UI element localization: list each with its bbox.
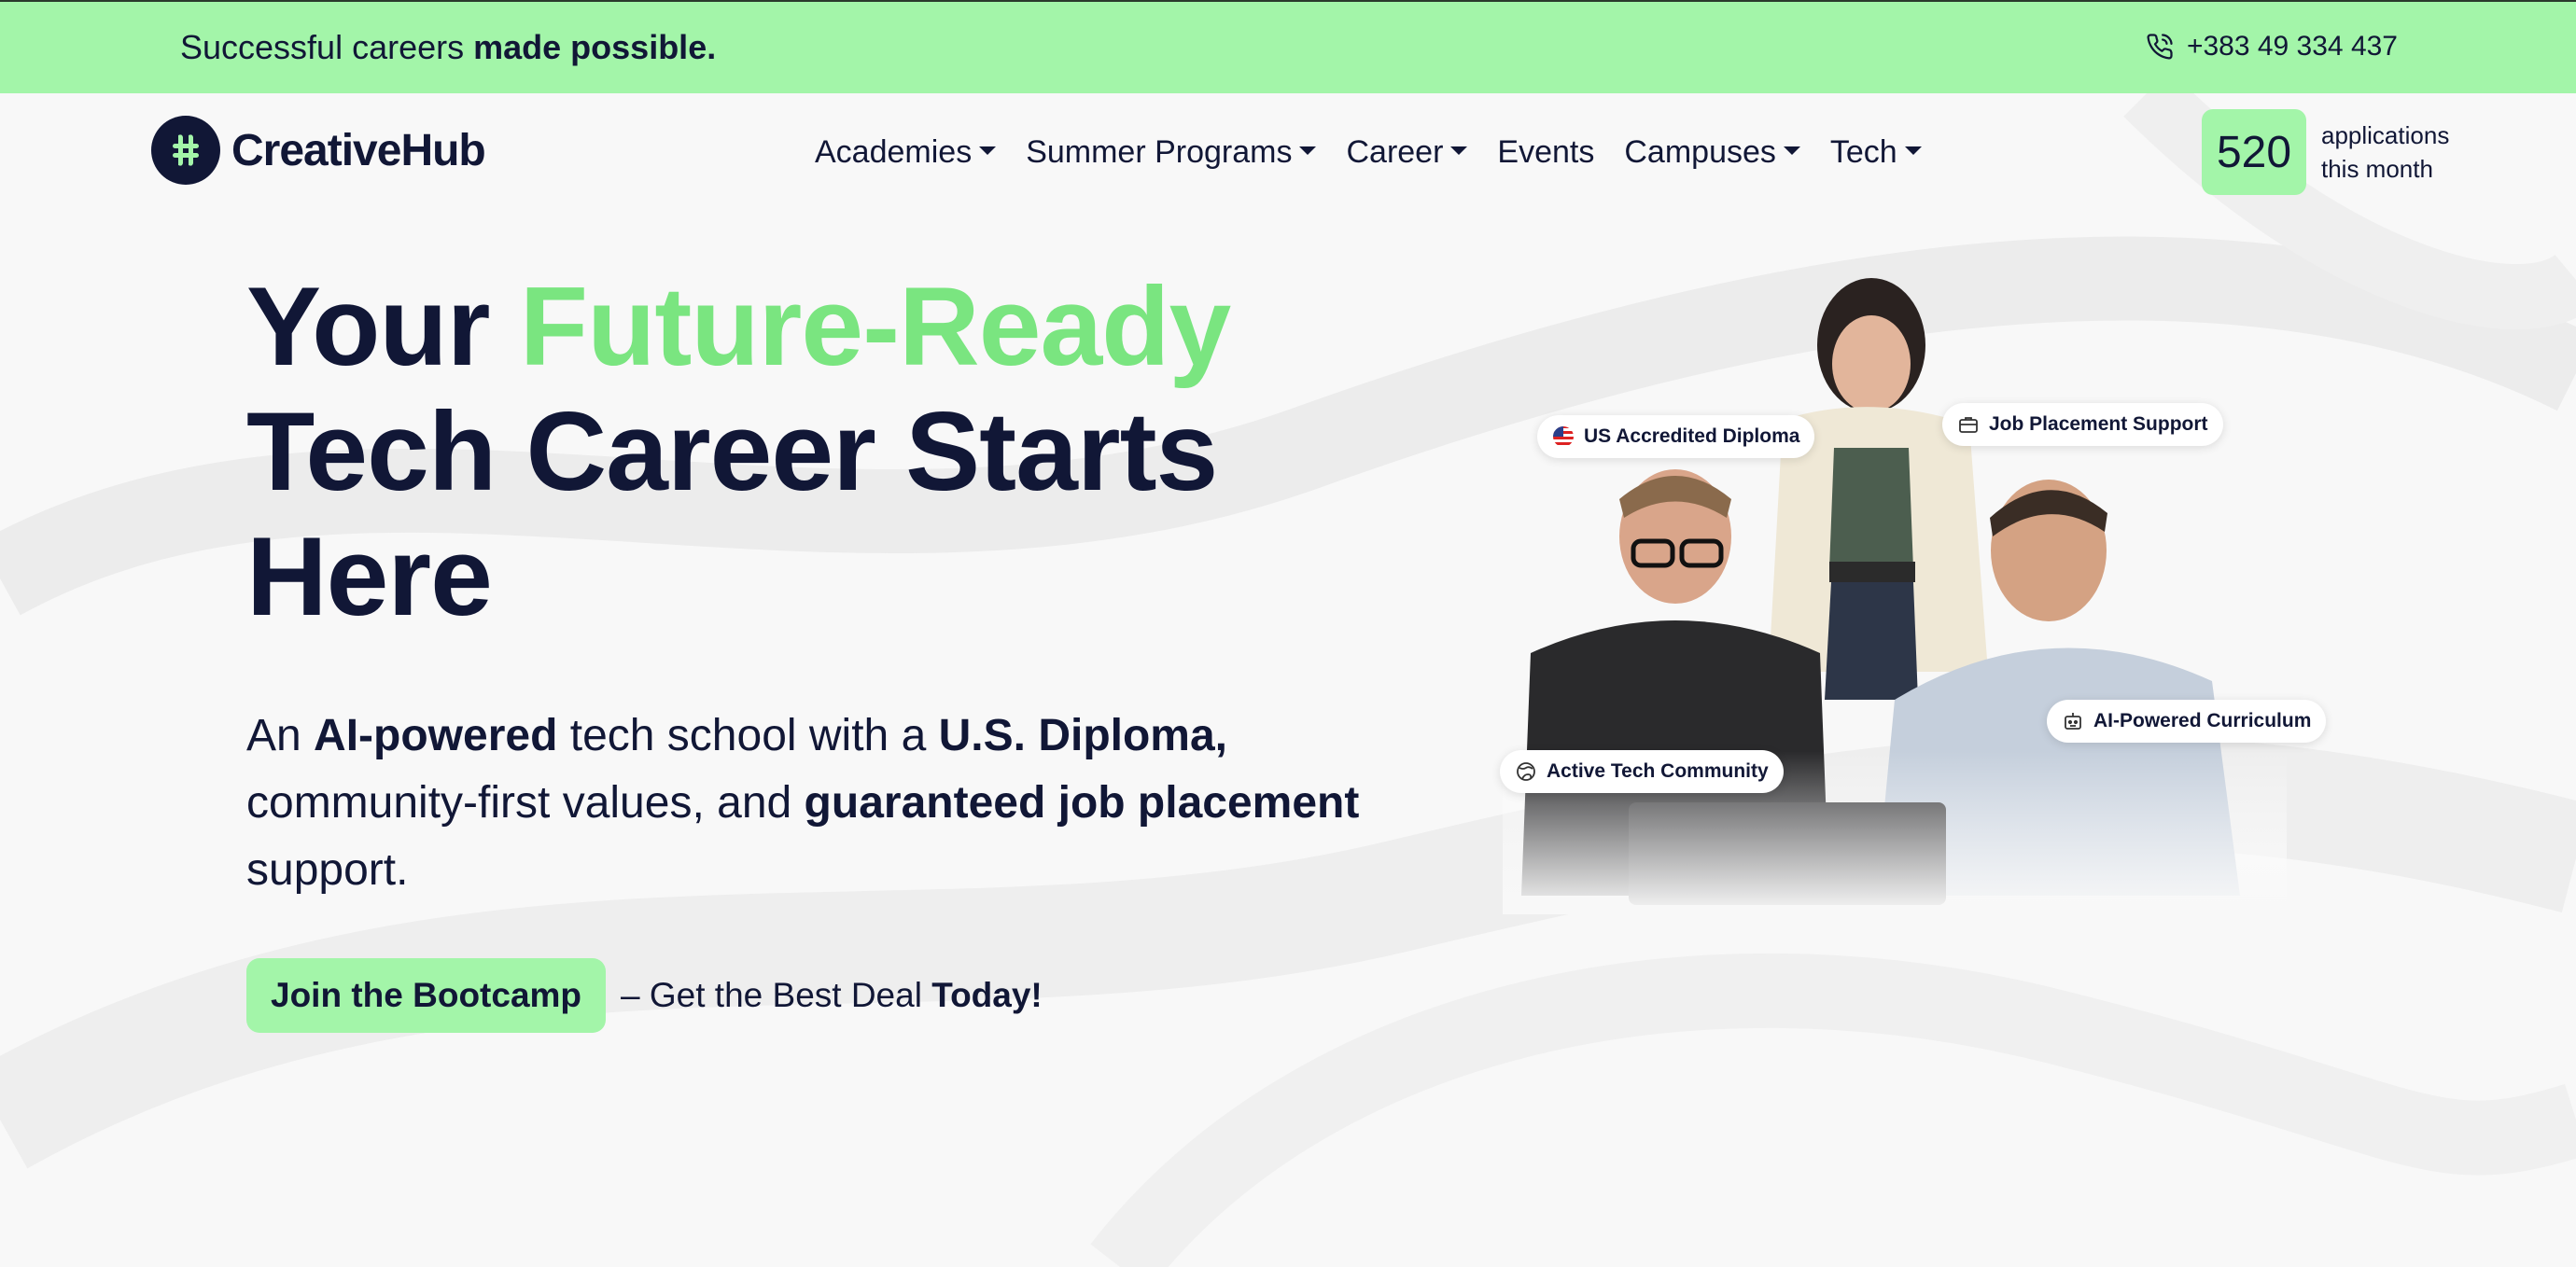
nav-item-events[interactable]: Events bbox=[1497, 134, 1594, 171]
brand-name: CreativeHub bbox=[231, 125, 486, 175]
chip-job-placement-support: Job Placement Support bbox=[1942, 403, 2223, 446]
caret-down-icon bbox=[1450, 146, 1468, 155]
nav-menu: Academies Summer Programs Career Events … bbox=[815, 134, 1952, 171]
us-flag-icon bbox=[1553, 426, 1574, 447]
nav-item-summer-programs[interactable]: Summer Programs bbox=[1026, 134, 1317, 171]
nav-item-career[interactable]: Career bbox=[1346, 134, 1468, 171]
caret-down-icon bbox=[1299, 146, 1317, 155]
hash-logo-icon bbox=[151, 116, 220, 185]
cta-note: – Get the Best Deal Today! bbox=[621, 976, 1043, 1014]
cta-row: Join the Bootcamp – Get the Best Deal To… bbox=[246, 958, 1043, 1033]
chip-active-tech-community: Active Tech Community bbox=[1500, 750, 1784, 793]
hero-photo bbox=[1503, 261, 2287, 914]
phone-link[interactable]: +383 49 334 437 bbox=[2146, 31, 2398, 63]
hero-title: Your Future-Ready Tech Career Starts Her… bbox=[246, 264, 1231, 639]
chip-ai-powered-curriculum: AI-Powered Curriculum bbox=[2047, 700, 2327, 743]
phone-number: +383 49 334 437 bbox=[2186, 31, 2398, 62]
caret-down-icon bbox=[1904, 146, 1922, 155]
nav-item-campuses[interactable]: Campuses bbox=[1624, 134, 1800, 171]
chip-us-accredited-diploma: US Accredited Diploma bbox=[1537, 415, 1815, 458]
hero-title-accent: Future-Ready bbox=[519, 264, 1231, 389]
applications-count: 520 bbox=[2202, 109, 2306, 195]
applications-counter: 520 applications this month bbox=[2202, 109, 2471, 195]
phone-icon bbox=[2146, 33, 2174, 61]
globe-icon bbox=[1517, 762, 1535, 781]
nav-item-academies[interactable]: Academies bbox=[815, 134, 997, 171]
caret-down-icon bbox=[979, 146, 997, 155]
caret-down-icon bbox=[1783, 146, 1800, 155]
nav-item-tech[interactable]: Tech bbox=[1830, 134, 1922, 171]
briefcase-icon bbox=[1959, 417, 1978, 433]
main-navbar: CreativeHub Academies Summer Programs Ca… bbox=[0, 93, 2576, 215]
applications-label: applications this month bbox=[2321, 121, 2450, 183]
robot-icon bbox=[2065, 713, 2081, 730]
hero-section: Your Future-Ready Tech Career Starts Her… bbox=[246, 264, 1488, 904]
join-bootcamp-button[interactable]: Join the Bootcamp bbox=[246, 958, 607, 1033]
hero-subtitle: An AI-powered tech school with a U.S. Di… bbox=[246, 711, 1360, 895]
brand-logo[interactable]: CreativeHub bbox=[151, 116, 486, 185]
top-banner: Successful careers made possible. +383 4… bbox=[0, 0, 2576, 93]
tagline: Successful careers made possible. bbox=[180, 28, 717, 66]
